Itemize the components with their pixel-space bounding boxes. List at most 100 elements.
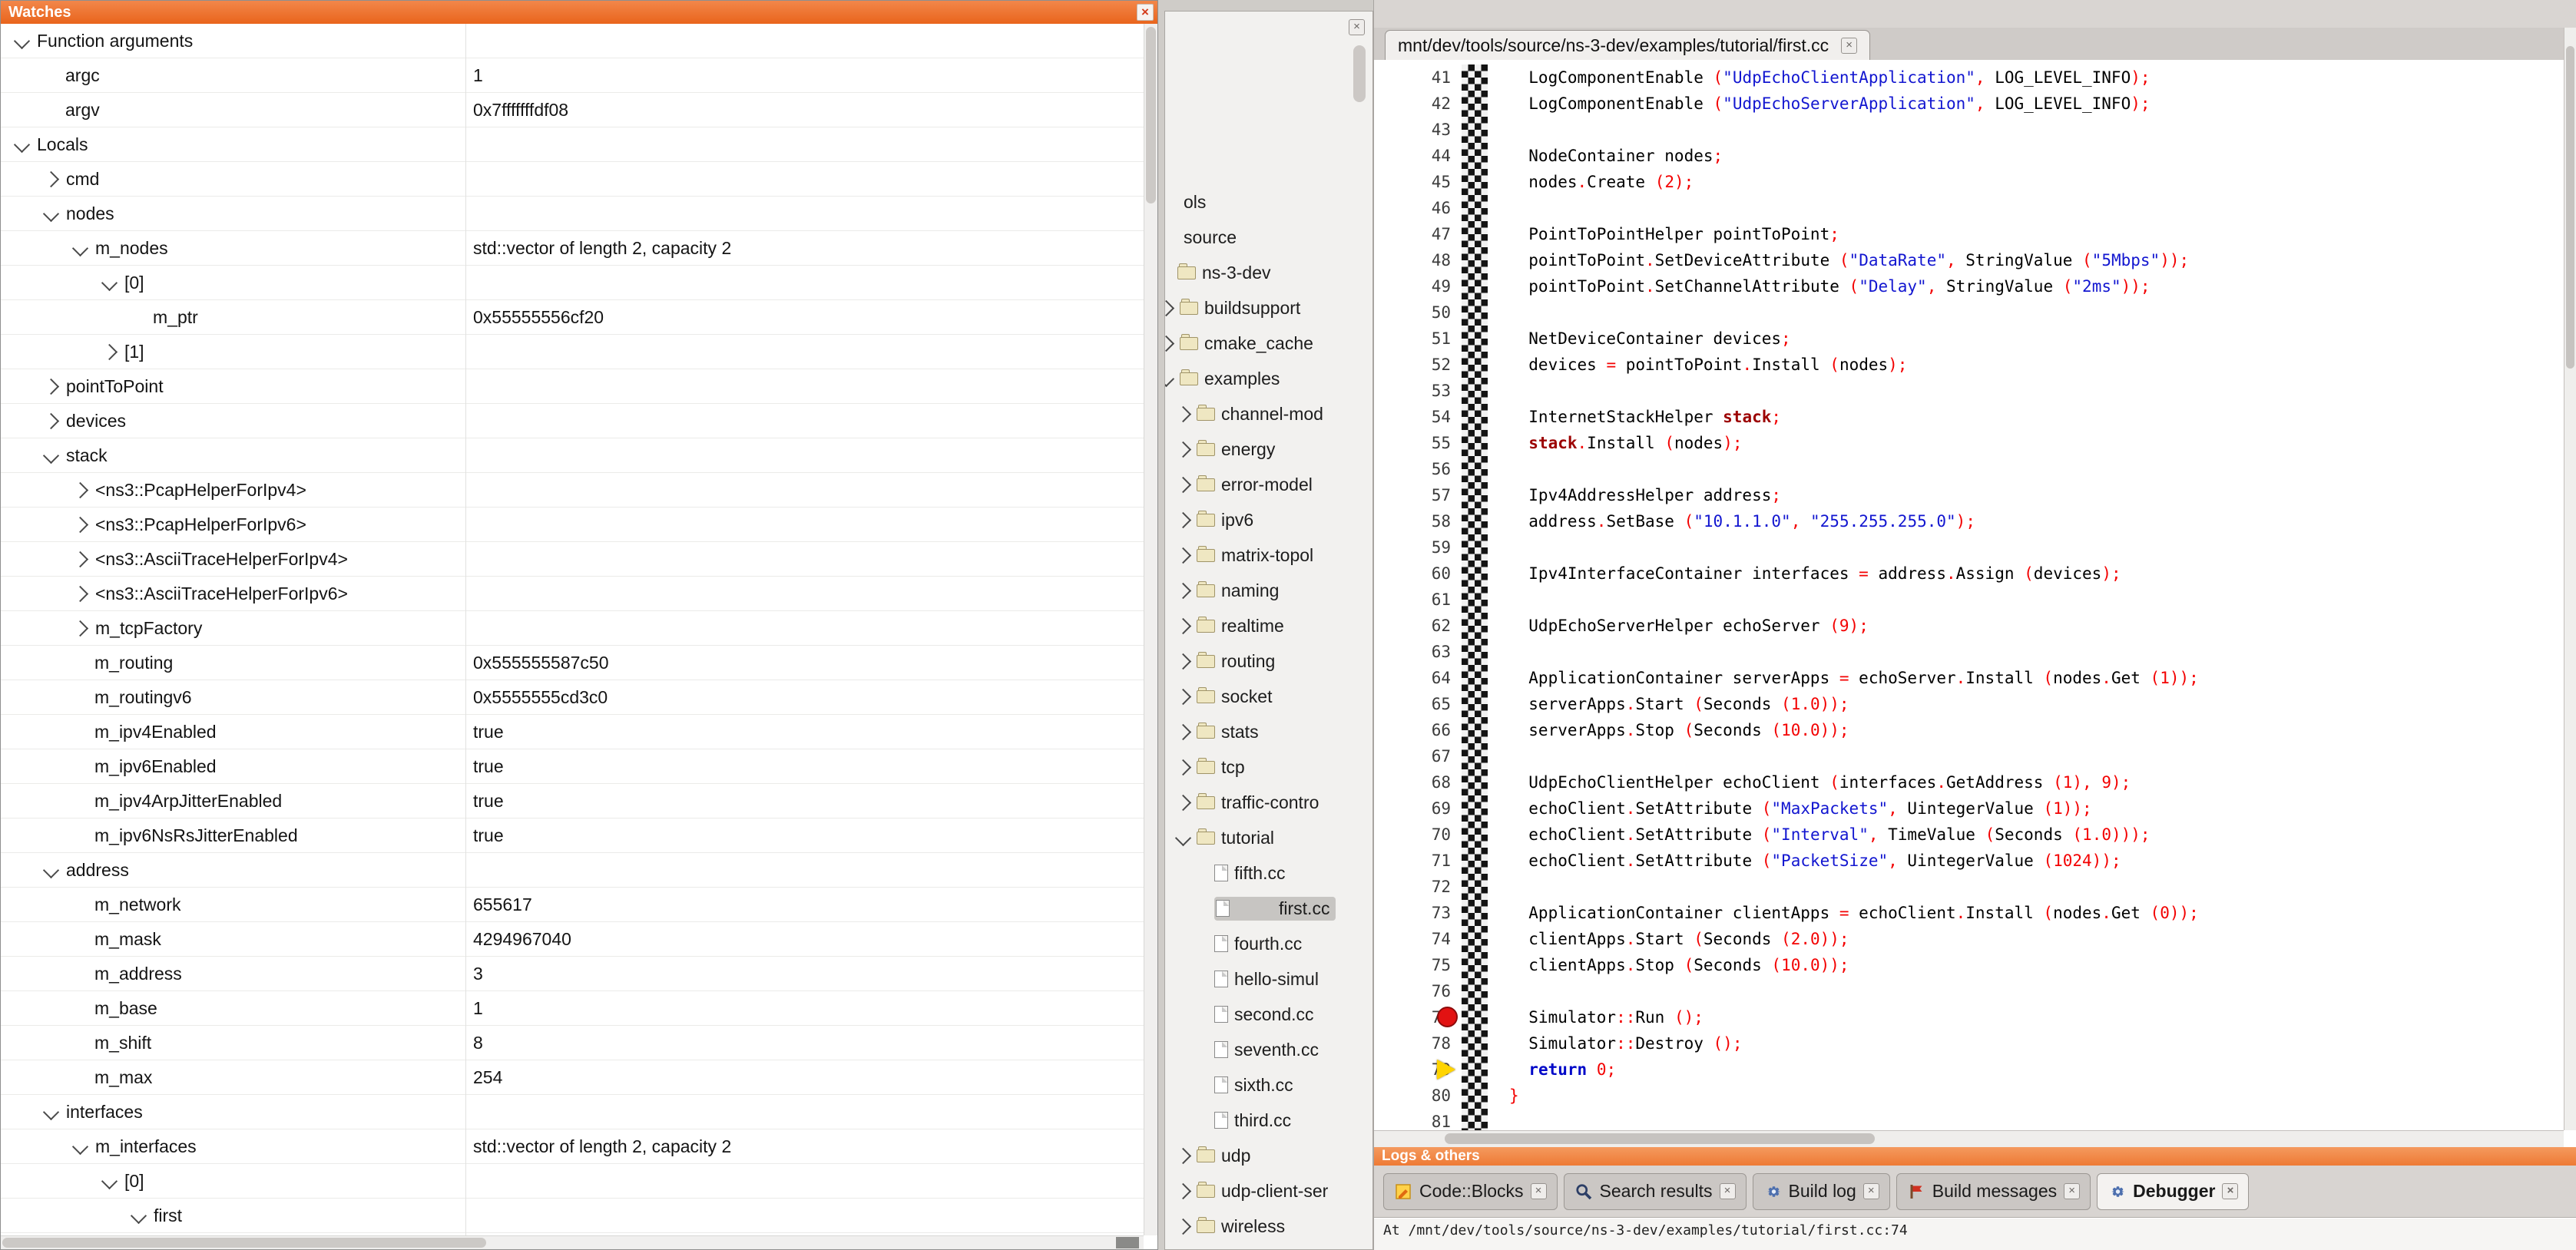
breakpoint-margin[interactable] <box>1462 221 1488 247</box>
code-text[interactable]: InternetStackHelper stack; <box>1488 404 1781 430</box>
watch-row[interactable]: interfaces <box>1 1095 1144 1129</box>
expand-icon[interactable] <box>72 481 88 498</box>
expand-icon[interactable] <box>1175 511 1191 527</box>
code-text[interactable]: Ipv4AddressHelper address; <box>1488 482 1781 508</box>
close-tab-icon[interactable]: × <box>1841 38 1857 54</box>
breakpoint-margin[interactable] <box>1462 665 1488 691</box>
collapse-icon[interactable] <box>101 274 118 290</box>
tree-item[interactable]: first.cc <box>1165 891 1372 926</box>
code-text[interactable]: echoClient.SetAttribute ("PacketSize", U… <box>1488 848 2121 874</box>
breakpoint-margin[interactable] <box>1462 874 1488 900</box>
tree-item[interactable]: channel-mod <box>1165 396 1372 432</box>
logs-tab-debugger[interactable]: Debugger× <box>2097 1173 2249 1210</box>
code-text[interactable]: ApplicationContainer serverApps = echoSe… <box>1488 665 2199 691</box>
tree-item[interactable]: ns-3-dev <box>1165 255 1372 290</box>
watch-row[interactable]: m_base1 <box>1 991 1144 1026</box>
collapse-icon[interactable] <box>43 1103 59 1119</box>
expand-icon[interactable] <box>1175 617 1191 633</box>
code-editor[interactable]: 41 LogComponentEnable ("UdpEchoClientApp… <box>1374 60 2564 1130</box>
code-text[interactable]: stack.Install (nodes); <box>1488 430 1743 456</box>
expand-icon[interactable] <box>1175 476 1191 492</box>
breakpoint-margin[interactable] <box>1462 169 1488 195</box>
code-text[interactable] <box>1488 299 1509 326</box>
watch-row[interactable]: [1] <box>1 335 1144 369</box>
expand-icon[interactable] <box>1175 1147 1191 1163</box>
code-text[interactable] <box>1488 378 1509 404</box>
editor-vertical-scrollbar[interactable] <box>2564 28 2576 1130</box>
expand-icon[interactable] <box>1175 688 1191 704</box>
collapse-icon[interactable] <box>43 447 59 463</box>
code-text[interactable]: NetDeviceContainer devices; <box>1488 326 1791 352</box>
tree-item[interactable]: ols <box>1165 184 1372 220</box>
tree-item[interactable]: second.cc <box>1165 997 1372 1032</box>
code-text[interactable] <box>1488 534 1509 561</box>
watch-row[interactable]: m_shift8 <box>1 1026 1144 1060</box>
breakpoint-margin[interactable] <box>1462 378 1488 404</box>
breakpoint-margin[interactable] <box>1462 613 1488 639</box>
expand-icon[interactable] <box>101 343 118 359</box>
code-text[interactable] <box>1488 117 1509 143</box>
tree-item[interactable]: stats <box>1165 714 1372 749</box>
watch-row[interactable]: m_mask4294967040 <box>1 922 1144 957</box>
watch-row[interactable]: <ns3::AsciiTraceHelperForIpv4> <box>1 542 1144 577</box>
breakpoint-margin[interactable] <box>1462 1004 1488 1030</box>
code-text[interactable] <box>1488 874 1509 900</box>
watch-row[interactable]: argv0x7fffffffdf08 <box>1 93 1144 127</box>
breakpoint-margin[interactable] <box>1462 273 1488 299</box>
breakpoint-margin[interactable] <box>1462 743 1488 769</box>
tree-item[interactable]: ipv6 <box>1165 502 1372 537</box>
expand-icon[interactable] <box>1175 723 1191 739</box>
breakpoint-margin[interactable] <box>1462 91 1488 117</box>
code-text[interactable] <box>1488 456 1509 482</box>
watch-row[interactable]: m_routingv60x5555555cd3c0 <box>1 680 1144 715</box>
code-text[interactable]: } <box>1488 1083 1519 1109</box>
tree-item[interactable]: cmake_cache <box>1165 326 1372 361</box>
code-text[interactable] <box>1488 639 1509 665</box>
watch-row[interactable]: nodes <box>1 197 1144 231</box>
watch-row[interactable]: m_ipv4ArpJitterEnabledtrue <box>1 784 1144 818</box>
watch-row[interactable]: m_ptr0x55555556cf20 <box>1 300 1144 335</box>
tree-item[interactable]: udp <box>1165 1138 1372 1173</box>
close-tab-icon[interactable]: × <box>1531 1183 1547 1199</box>
expand-icon[interactable] <box>72 516 88 532</box>
breakpoint-margin[interactable] <box>1462 978 1488 1004</box>
watches-horizontal-scrollbar[interactable] <box>1 1235 1144 1249</box>
collapse-icon[interactable] <box>14 32 30 48</box>
code-text[interactable]: LogComponentEnable ("UdpEchoServerApplic… <box>1488 91 2151 117</box>
watch-row[interactable]: m_ipv6Enabledtrue <box>1 749 1144 784</box>
logs-tab-build-log[interactable]: Build log× <box>1753 1173 1890 1210</box>
expand-icon[interactable] <box>43 412 59 428</box>
tree-item[interactable]: socket <box>1165 679 1372 714</box>
breakpoint-margin[interactable] <box>1462 639 1488 665</box>
expand-icon[interactable] <box>1175 794 1191 810</box>
tree-item[interactable]: tcp <box>1165 749 1372 785</box>
breakpoint-margin[interactable] <box>1462 1083 1488 1109</box>
close-tab-icon[interactable]: × <box>1863 1183 1879 1199</box>
watches-title-bar[interactable]: Watches × <box>1 1 1157 24</box>
breakpoint-margin[interactable] <box>1462 769 1488 795</box>
tree-item[interactable]: hello-simul <box>1165 961 1372 997</box>
collapse-icon[interactable] <box>101 1172 118 1189</box>
scrollbar-thumb[interactable] <box>1146 27 1156 203</box>
collapse-icon[interactable] <box>1165 370 1174 386</box>
collapse-icon[interactable] <box>43 861 59 878</box>
logs-tab-search-results[interactable]: Search results× <box>1564 1173 1747 1210</box>
expand-icon[interactable] <box>1165 299 1174 316</box>
watch-row[interactable]: devices <box>1 404 1144 438</box>
expand-icon[interactable] <box>1165 335 1174 351</box>
breakpoint-margin[interactable] <box>1462 926 1488 952</box>
code-text[interactable]: PointToPointHelper pointToPoint; <box>1488 221 1839 247</box>
watch-row[interactable]: first <box>1 1199 1144 1233</box>
watch-row[interactable]: m_max254 <box>1 1060 1144 1095</box>
breakpoint-margin[interactable] <box>1462 587 1488 613</box>
expand-icon[interactable] <box>1175 547 1191 563</box>
tree-item[interactable]: third.cc <box>1165 1103 1372 1138</box>
breakpoint-margin[interactable] <box>1462 1030 1488 1057</box>
code-text[interactable]: echoClient.SetAttribute ("MaxPackets", U… <box>1488 795 2092 822</box>
watch-row[interactable]: address <box>1 853 1144 888</box>
close-tab-icon[interactable]: × <box>1720 1183 1736 1199</box>
code-text[interactable]: UdpEchoServerHelper echoServer (9); <box>1488 613 1869 639</box>
tree-item[interactable]: matrix-topol <box>1165 537 1372 573</box>
code-text[interactable]: return 0; <box>1488 1057 1616 1083</box>
close-tab-icon[interactable]: × <box>2222 1183 2238 1199</box>
